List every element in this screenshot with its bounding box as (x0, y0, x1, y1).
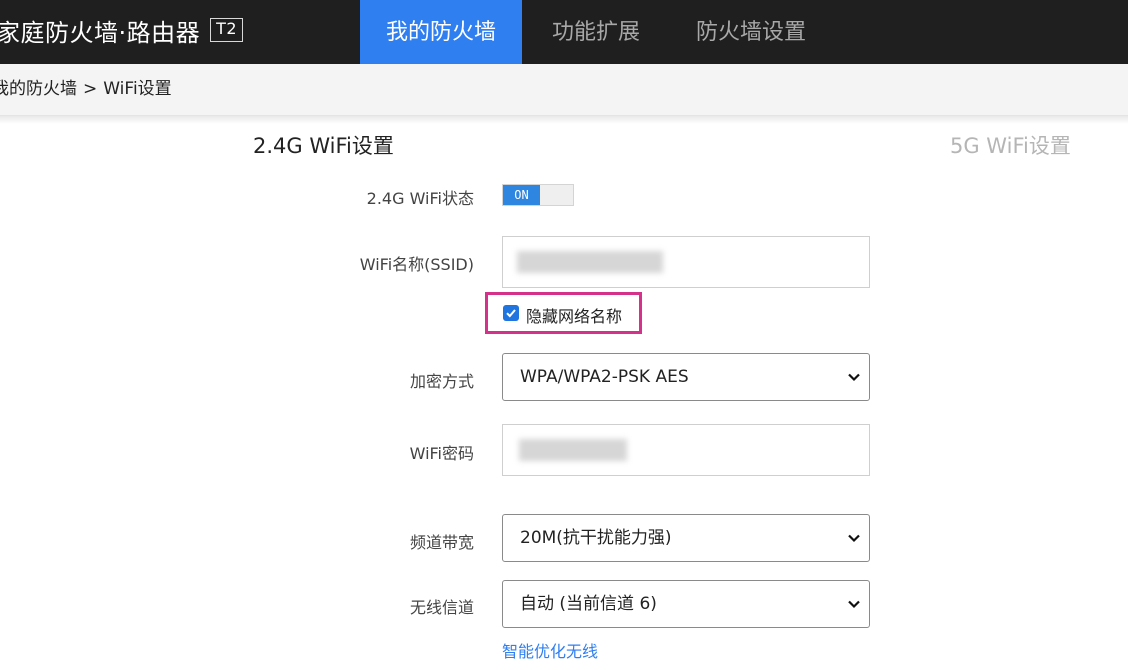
tab-firewall-settings[interactable]: 防火墙设置 (696, 0, 806, 64)
encryption-select[interactable]: WPA/WPA2-PSK AES (502, 353, 870, 401)
toggle-on-indicator: ON (503, 185, 540, 205)
encryption-label: 加密方式 (409, 372, 474, 391)
wifi-status-label: 2.4G WiFi状态 (366, 189, 474, 208)
breadcrumb-separator: > (83, 79, 98, 99)
breadcrumb-current: WiFi设置 (103, 79, 172, 99)
password-label: WiFi密码 (409, 444, 474, 463)
ssid-redacted-value (517, 251, 663, 273)
ssid-label: WiFi名称(SSID) (359, 255, 474, 274)
chevron-down-icon (848, 373, 860, 382)
tab-my-firewall[interactable]: 我的防火墙 (360, 0, 522, 64)
bandwidth-select[interactable]: 20M(抗干扰能力强) (502, 514, 870, 562)
password-redacted-value (519, 439, 627, 461)
divider-shadow (0, 116, 1128, 124)
breadcrumb-parent-link[interactable]: 我的防火墙 (0, 79, 77, 99)
tab-feature-extensions[interactable]: 功能扩展 (552, 0, 640, 64)
checkmark-icon (506, 309, 516, 318)
channel-label: 无线信道 (409, 598, 474, 617)
wifi-status-toggle[interactable]: ON (502, 184, 574, 206)
optimize-wireless-link[interactable]: 智能优化无线 (502, 638, 598, 662)
brand-badge: T2 (210, 18, 244, 42)
hide-ssid-label[interactable]: 隐藏网络名称 (526, 303, 622, 327)
brand: 家庭防火墙·路由器 T2 (0, 12, 244, 48)
tab-5g-wifi-settings[interactable]: 5G WiFi设置 (950, 130, 1071, 160)
encryption-value: WPA/WPA2-PSK AES (520, 367, 689, 387)
breadcrumb-bar: 我的防火墙 > WiFi设置 (0, 64, 1128, 116)
ssid-input[interactable] (502, 236, 870, 288)
channel-select[interactable]: 自动 (当前信道 6) (502, 580, 870, 628)
hide-ssid-checkbox[interactable] (503, 305, 519, 321)
brand-title: 家庭防火墙·路由器 (0, 18, 201, 47)
bandwidth-label: 频道带宽 (409, 533, 474, 552)
bandwidth-value: 20M(抗干扰能力强) (520, 528, 672, 548)
channel-value: 自动 (当前信道 6) (520, 594, 657, 614)
section-title-2g: 2.4G WiFi设置 (253, 134, 394, 158)
chevron-down-icon (848, 534, 860, 543)
breadcrumb: 我的防火墙 > WiFi设置 (0, 64, 172, 114)
password-input[interactable] (502, 424, 870, 476)
chevron-down-icon (848, 600, 860, 609)
top-nav-bar: 家庭防火墙·路由器 T2 我的防火墙 功能扩展 防火墙设置 (0, 0, 1128, 64)
